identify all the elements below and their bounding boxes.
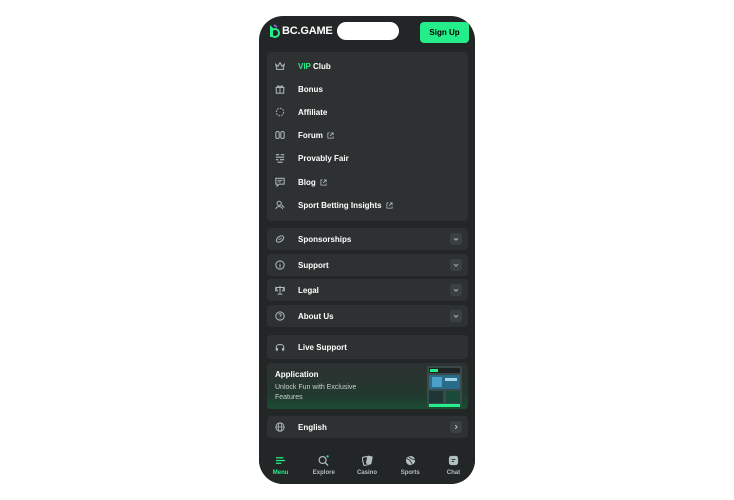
nav-label: Casino — [357, 470, 378, 476]
nav-menu[interactable]: Menu — [259, 448, 302, 484]
info-icon — [274, 260, 285, 271]
accordion-label: About Us — [298, 311, 334, 321]
chevron-down-icon[interactable] — [450, 259, 462, 271]
menu-item-provably-fair[interactable]: Provably Fair — [267, 147, 468, 169]
chat-icon — [447, 454, 459, 466]
application-subtitle: Unlock Fun with Exclusive Features — [275, 384, 357, 401]
menu-item-bonus[interactable]: Bonus — [267, 78, 468, 100]
phone-notch — [337, 22, 399, 40]
forum-icon — [274, 130, 285, 141]
live-support-button[interactable]: Live Support — [267, 335, 468, 359]
logo-text: BC.GAME — [282, 25, 333, 37]
logo-mark-icon — [270, 24, 280, 38]
chevron-down-icon[interactable] — [450, 233, 462, 245]
chevron-down-icon[interactable] — [450, 310, 462, 322]
nav-explore[interactable]: Explore — [302, 448, 345, 484]
accordion-legal[interactable]: Legal — [267, 279, 468, 301]
nav-label: Sports — [400, 470, 420, 476]
menu-item-label: Blog — [298, 177, 316, 187]
accordion-label: Support — [298, 260, 329, 270]
menu-item-blog[interactable]: Blog — [267, 171, 468, 193]
accordion-header: Legal — [267, 279, 468, 301]
accordion-header: Support — [267, 254, 468, 276]
application-title: Application — [275, 370, 319, 379]
scales-icon — [274, 285, 285, 296]
crown-icon — [274, 61, 285, 72]
menu-item-label: Bonus — [298, 84, 323, 94]
headset-icon — [274, 342, 285, 353]
menu-item-label: Sport Betting Insights — [298, 200, 382, 210]
external-link-icon — [386, 201, 393, 209]
menu-item-sport-betting-insights[interactable]: Sport Betting Insights — [267, 194, 468, 216]
accordion-sponsorships[interactable]: Sponsorships — [267, 228, 468, 250]
chevron-right-icon[interactable] — [450, 421, 462, 433]
sports-icon — [404, 454, 416, 466]
application-banner[interactable]: Application Unlock Fun with Exclusive Fe… — [267, 363, 468, 409]
provably-fair-icon — [274, 153, 285, 164]
gift-icon — [274, 84, 285, 95]
accordion-header: Sponsorships — [267, 228, 468, 250]
language-selector[interactable]: English — [267, 416, 468, 438]
top-bar: BC.GAME Sign Up — [259, 16, 475, 50]
app-preview-image — [427, 366, 462, 407]
chevron-down-icon[interactable] — [450, 284, 462, 296]
language-label: English — [298, 422, 327, 432]
explore-icon — [318, 454, 330, 466]
accordion-support[interactable]: Support — [267, 254, 468, 276]
nav-label: Explore — [312, 470, 335, 476]
affiliate-icon — [274, 107, 285, 118]
accordion-label: Sponsorships — [298, 234, 352, 244]
external-link-icon — [320, 178, 327, 186]
external-link-icon — [327, 131, 334, 139]
accordion-label: Legal — [298, 285, 319, 295]
nav-label: Menu — [272, 470, 289, 476]
main-menu-panel: VIP Club Bonus Affiliate Forum Provably … — [267, 52, 468, 221]
menu-item-affiliate[interactable]: Affiliate — [267, 101, 468, 123]
nav-label: Chat — [446, 470, 461, 476]
logo[interactable]: BC.GAME — [268, 24, 333, 38]
menu-item-label: VIP Club — [298, 62, 331, 71]
nav-casino[interactable]: Casino — [345, 448, 388, 484]
vip-suffix: Club — [310, 61, 331, 71]
nav-chat[interactable]: Chat — [432, 448, 475, 484]
sponsorship-icon — [274, 234, 285, 245]
menu-item-label: Forum — [298, 130, 323, 140]
menu-icon — [275, 454, 287, 466]
accordion-header: About Us — [267, 305, 468, 327]
accordion-about-us[interactable]: About Us — [267, 305, 468, 327]
blog-icon — [274, 177, 285, 188]
live-support-label: Live Support — [298, 342, 347, 352]
nav-sports[interactable]: Sports — [389, 448, 432, 484]
menu-item-forum[interactable]: Forum — [267, 124, 468, 146]
phone-frame: BC.GAME Sign Up VIP Club Bonus Affiliate — [259, 16, 475, 484]
globe-icon — [274, 422, 285, 433]
vip-highlight: VIP — [298, 61, 311, 71]
live-support-row: Live Support — [267, 335, 468, 359]
menu-item-vip-club[interactable]: VIP Club — [267, 55, 468, 77]
sign-up-button[interactable]: Sign Up — [420, 22, 469, 43]
casino-icon — [361, 454, 373, 466]
insights-icon — [274, 200, 285, 211]
bottom-nav: Menu Explore Casino Sports Chat — [259, 448, 475, 484]
question-icon — [274, 311, 285, 322]
menu-item-label: Provably Fair — [298, 153, 349, 163]
menu-item-label: Affiliate — [298, 107, 328, 117]
language-row: English — [267, 416, 468, 438]
